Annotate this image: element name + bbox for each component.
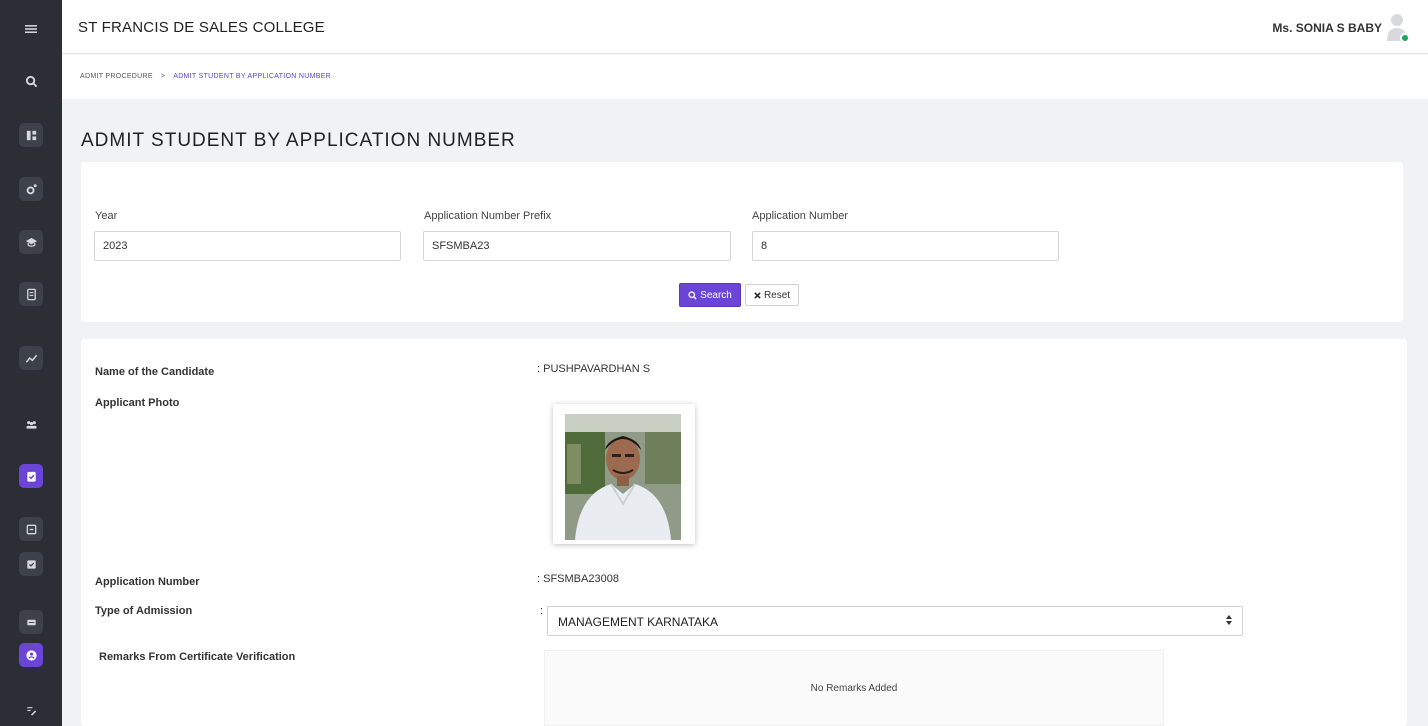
breadcrumb-separator: > bbox=[160, 73, 166, 80]
top-bar: ST FRANCIS DE SALES COLLEGE Ms. SONIA S … bbox=[62, 0, 1428, 54]
users-icon[interactable] bbox=[19, 412, 43, 436]
breadcrumb: ADMIT PROCEDURE > ADMIT STUDENT BY APPLICA… bbox=[80, 73, 331, 80]
settings-icon[interactable] bbox=[19, 177, 43, 201]
reset-button[interactable]: Reset bbox=[745, 284, 799, 306]
checkbox-icon[interactable] bbox=[19, 552, 43, 576]
select-arrows-icon bbox=[1226, 615, 1232, 627]
close-icon bbox=[754, 291, 761, 299]
applicant-photo-label: Applicant Photo bbox=[95, 397, 180, 409]
applicant-photo-frame bbox=[553, 404, 695, 544]
admission-type-label: Type of Admission bbox=[95, 605, 193, 617]
admission-type-colon: : bbox=[540, 605, 544, 617]
search-button-label: Search bbox=[700, 289, 732, 301]
remarks-box: No Remarks Added bbox=[544, 650, 1164, 726]
edit-icon[interactable] bbox=[19, 698, 43, 722]
search-icon bbox=[688, 290, 697, 300]
breadcrumb-current: ADMIT STUDENT BY APPLICATION NUMBER bbox=[173, 73, 332, 80]
application-number-label: Application Number bbox=[752, 210, 848, 222]
candidate-details-card: Name of the Candidate : PUSHPAVARDHAN S … bbox=[81, 339, 1407, 726]
remarks-value: No Remarks Added bbox=[810, 683, 898, 694]
menu-icon[interactable] bbox=[23, 21, 39, 37]
prefix-label: Application Number Prefix bbox=[424, 210, 552, 222]
document-icon[interactable] bbox=[19, 282, 43, 306]
remarks-label: Remarks From Certificate Verification bbox=[99, 651, 296, 663]
year-label: Year bbox=[95, 210, 118, 222]
analytics-icon[interactable] bbox=[19, 346, 43, 370]
breadcrumb-parent[interactable]: ADMIT PROCEDURE bbox=[80, 73, 153, 80]
user-name[interactable]: Ms. SONIA S BABY bbox=[1272, 21, 1382, 35]
graduation-cap-icon[interactable] bbox=[19, 230, 43, 254]
admission-type-select[interactable]: MANAGEMENT KARNATAKA bbox=[547, 606, 1243, 636]
page-title: ADMIT STUDENT BY APPLICATION NUMBER bbox=[81, 130, 516, 151]
application-number-label: Application Number bbox=[95, 576, 200, 588]
search-form-card: Year Application Number Prefix Applicati… bbox=[81, 162, 1403, 322]
dashboard-icon[interactable] bbox=[19, 123, 43, 147]
admission-icon[interactable] bbox=[19, 464, 43, 488]
list-icon[interactable] bbox=[19, 610, 43, 634]
breadcrumb-bar: ADMIT PROCEDURE > ADMIT STUDENT BY APPLICA… bbox=[62, 55, 1428, 99]
search-icon[interactable] bbox=[19, 69, 43, 93]
online-status-dot bbox=[1400, 33, 1410, 43]
reset-button-label: Reset bbox=[763, 289, 791, 301]
year-input[interactable] bbox=[94, 231, 401, 261]
admission-type-selected: MANAGEMENT KARNATAKA bbox=[558, 615, 719, 629]
student-icon[interactable] bbox=[19, 643, 43, 667]
application-number-input[interactable] bbox=[752, 231, 1059, 261]
form-icon[interactable] bbox=[19, 517, 43, 541]
candidate-name-label: Name of the Candidate bbox=[95, 366, 215, 378]
search-button[interactable]: Search bbox=[679, 283, 741, 307]
college-name: ST FRANCIS DE SALES COLLEGE bbox=[78, 19, 325, 36]
candidate-name-value: : PUSHPAVARDHAN S bbox=[537, 363, 651, 375]
sidebar bbox=[0, 0, 62, 726]
applicant-photo bbox=[565, 414, 681, 540]
application-prefix-input[interactable] bbox=[423, 231, 731, 261]
application-number-value: : SFSMBA23008 bbox=[537, 573, 619, 585]
